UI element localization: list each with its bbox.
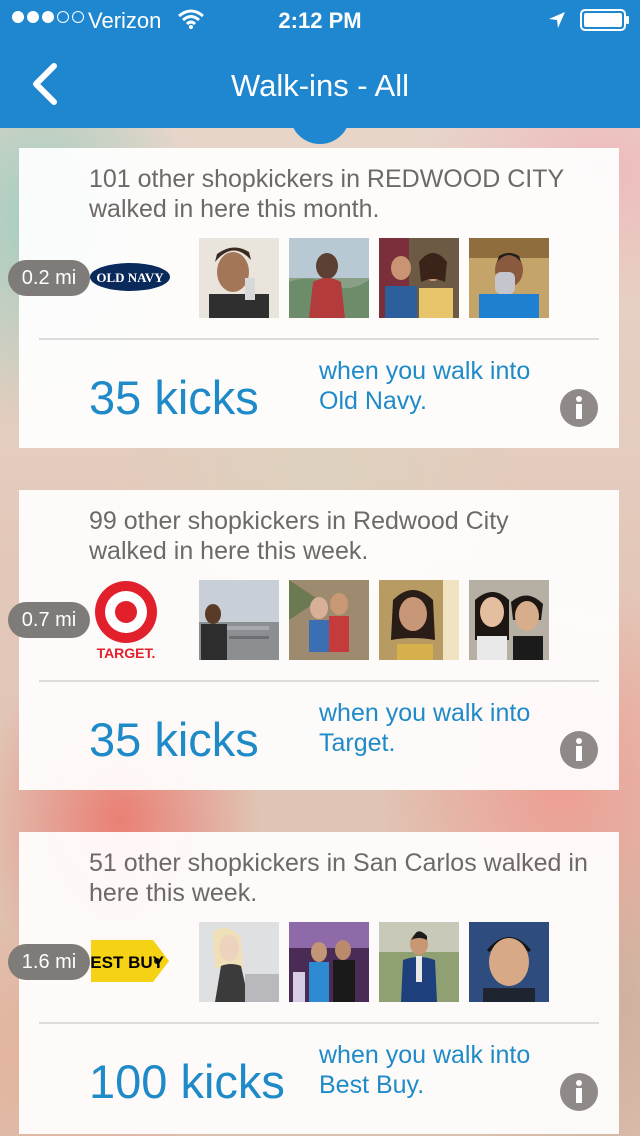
header-pull-tab	[290, 114, 350, 144]
shopper-photo	[199, 580, 279, 660]
logo-text: OLD NAVY	[96, 270, 164, 285]
location-arrow-icon	[549, 12, 565, 28]
kicks-action: when you walk into Old Navy.	[319, 357, 531, 415]
info-icon[interactable]	[559, 1072, 599, 1112]
kicks-action: when you walk into Target.	[319, 699, 531, 757]
walkin-description: 101 other shopkickers in REDWOOD CITY wa…	[89, 165, 564, 223]
kicks-amount: 100 kicks	[89, 1055, 285, 1108]
card-divider	[39, 1022, 599, 1024]
walkin-card[interactable]: 101 other shopkickers in REDWOOD CITY wa…	[19, 148, 619, 448]
shopper-photo	[469, 922, 549, 1002]
info-icon[interactable]	[559, 388, 599, 428]
info-icon[interactable]	[559, 730, 599, 770]
logo-text: BEST BUY	[89, 953, 165, 972]
battery-icon	[580, 9, 629, 31]
walkin-card[interactable]: 99 other shopkickers in Redwood City wal…	[19, 490, 619, 790]
status-bar: Verizon 2:12 PM	[0, 0, 640, 40]
walkin-description: 51 other shopkickers in San Carlos walke…	[89, 849, 588, 907]
shopper-photo	[199, 238, 279, 318]
status-time: 2:12 PM	[278, 8, 362, 33]
shopper-photos	[199, 580, 549, 660]
walkin-card[interactable]: 51 other shopkickers in San Carlos walke…	[19, 832, 619, 1134]
shopper-photos	[199, 238, 549, 318]
kicks-action: when you walk into Best Buy.	[319, 1041, 531, 1099]
shopper-photo	[289, 580, 369, 660]
shopper-photo	[289, 238, 369, 318]
shopper-photo	[289, 922, 369, 1002]
kicks-amount: 35 kicks	[89, 713, 259, 766]
shopper-photo	[469, 238, 549, 318]
distance-badge: 1.6 mi	[8, 944, 90, 980]
card-divider	[39, 338, 599, 340]
logo-text: TARGET.	[97, 645, 156, 661]
target-logo: TARGET.	[91, 578, 161, 662]
card-divider	[39, 680, 599, 682]
shopper-photo	[379, 922, 459, 1002]
shopper-photo	[379, 238, 459, 318]
shopper-photo	[469, 580, 549, 660]
page-title: Walk-ins - All	[231, 68, 409, 103]
distance-badge: 0.2 mi	[8, 260, 90, 296]
shopper-photo	[199, 922, 279, 1002]
old-navy-logo: OLD NAVY	[89, 261, 171, 293]
walkin-description: 99 other shopkickers in Redwood City wal…	[89, 507, 509, 565]
best-buy-logo: BEST BUY	[78, 936, 171, 986]
distance-badge: 0.7 mi	[8, 602, 90, 638]
shopper-photos	[199, 922, 549, 1002]
app-header: Verizon 2:12 PM Walk-ins - All	[0, 0, 640, 128]
shopper-photo	[379, 580, 459, 660]
kicks-amount: 35 kicks	[89, 371, 259, 424]
